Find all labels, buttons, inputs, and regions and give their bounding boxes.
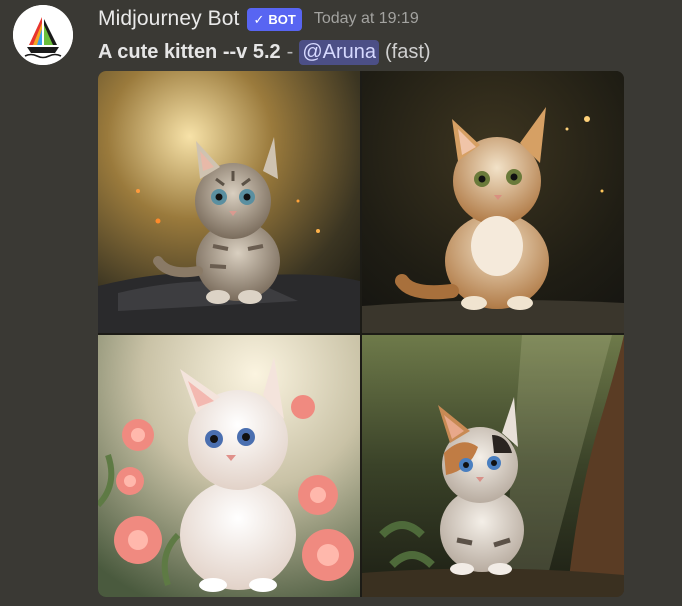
bot-avatar[interactable] [13, 5, 73, 65]
checkmark-icon: ✓ [253, 11, 265, 27]
kitten-image-4[interactable] [362, 335, 624, 597]
kitten-image-1[interactable] [98, 71, 360, 333]
image-grid[interactable] [98, 71, 624, 597]
chat-message: Midjourney Bot ✓ BOT Today at 19:19 A cu… [0, 0, 682, 606]
bot-badge-label: BOT [268, 11, 296, 27]
message-content: A cute kitten --v 5.2 - @Aruna (fast) [98, 38, 431, 66]
author-name[interactable]: Midjourney Bot [98, 7, 239, 31]
user-mention[interactable]: @Aruna [299, 39, 379, 65]
prompt-text: A cute kitten --v 5.2 [98, 40, 281, 63]
separator: - [286, 40, 294, 63]
bot-badge: ✓ BOT [247, 7, 302, 31]
message-timestamp[interactable]: Today at 19:19 [314, 10, 419, 28]
kitten-image-3[interactable] [98, 335, 360, 597]
sailboat-logo-icon [13, 5, 73, 65]
speed-label: (fast) [384, 40, 431, 63]
kitten-image-2[interactable] [362, 71, 624, 333]
message-header: Midjourney Bot ✓ BOT Today at 19:19 [98, 5, 419, 33]
